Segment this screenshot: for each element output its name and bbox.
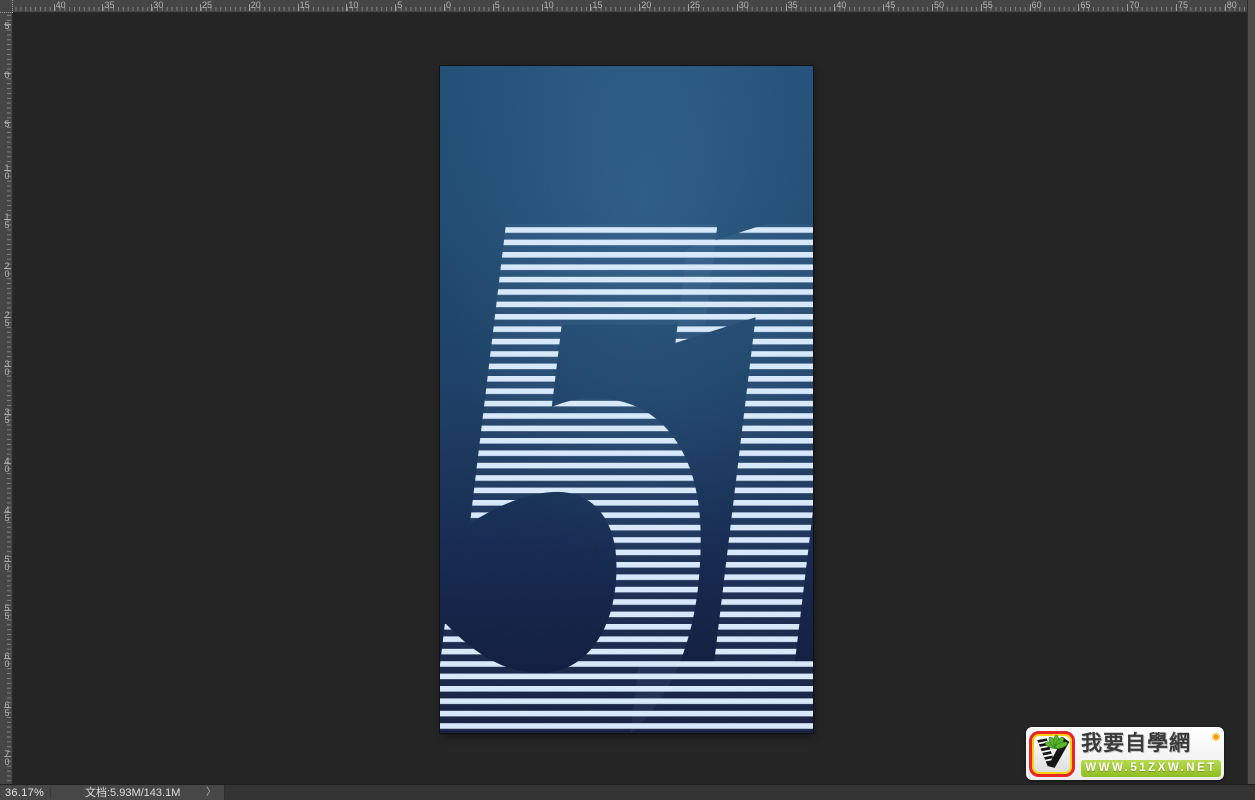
ruler-label: 60 — [1031, 0, 1042, 10]
watermark-orange-dot-icon — [1212, 732, 1220, 741]
ruler-major-tick — [395, 4, 397, 11]
ruler-major-tick — [785, 4, 787, 11]
ruler-major-tick — [932, 4, 933, 11]
ruler-label: 35 — [104, 0, 115, 10]
ruler-label: 5 — [2, 118, 12, 127]
watermark-51zxw-logo: 我要自學網 www.51zxw.net — [1026, 727, 1224, 780]
ruler-label: 15 — [592, 0, 603, 10]
ruler-label: 10 — [348, 0, 359, 10]
ruler-major-tick — [248, 4, 250, 11]
ruler-label: 50 — [934, 0, 945, 10]
horizontal-ruler[interactable]: 40 35 30 25 20 15 10 5 0 5 10 15 20 25 30 35 40 45 50 55 60 6… — [13, 0, 1247, 13]
ruler-label: 70 — [2, 749, 12, 765]
ruler-label: 30 — [153, 0, 164, 10]
ruler-major-tick — [346, 4, 348, 11]
ruler-label: 40 — [2, 456, 12, 473]
ruler-major-tick — [590, 4, 592, 11]
ruler-major-tick — [1176, 4, 1177, 11]
status-divider — [50, 787, 51, 798]
ruler-major-tick — [883, 4, 885, 11]
document-size-info[interactable]: 文档:5.93M/143.1M — [85, 786, 180, 800]
ruler-label: 20 — [2, 261, 12, 277]
ruler-major-tick — [1078, 4, 1080, 11]
ruler-label: 0 — [2, 69, 12, 78]
ruler-label: 55 — [982, 0, 993, 10]
watermark-url: www.51zxw.net — [1081, 759, 1221, 777]
ruler-label: 80 — [1226, 0, 1237, 10]
ruler-label: 40 — [55, 0, 66, 10]
ruler-label: 20 — [641, 0, 652, 10]
ruler-label: 35 — [787, 0, 798, 10]
ruler-label: 25 — [690, 0, 701, 10]
canvas-pasteboard[interactable]: 5 1 5 1 — [13, 13, 1247, 784]
ruler-major-tick — [1127, 4, 1129, 11]
ruler-label: 15 — [2, 212, 12, 229]
ruler-origin-box[interactable] — [0, 0, 13, 13]
status-options-chevron-icon[interactable]: 〉 — [206, 785, 216, 800]
ruler-label: 45 — [885, 0, 896, 10]
ruler-label: 20 — [250, 0, 261, 10]
ruler-major-tick — [492, 4, 494, 11]
watermark-title: 我要自學網 — [1081, 731, 1191, 755]
watermark-v-leaf-icon — [1029, 730, 1075, 777]
ruler-major-tick — [1224, 4, 1226, 11]
ruler-label: 30 — [738, 0, 749, 10]
ruler-major-tick — [736, 4, 738, 11]
ruler-label: 25 — [202, 0, 213, 10]
ruler-label: 5 — [2, 21, 12, 29]
ruler-major-tick — [834, 4, 836, 11]
ruler-major-tick — [102, 4, 104, 11]
ruler-major-tick — [1029, 4, 1031, 11]
ruler-label: 55 — [2, 602, 12, 619]
ruler-label: 25 — [2, 309, 12, 326]
poster-artwork-51: 5 1 5 1 — [440, 66, 813, 733]
ruler-label: 10 — [2, 163, 12, 180]
status-bar: 36.17% 文档:5.93M/143.1M 〉 — [0, 784, 1255, 800]
ruler-major-tick — [444, 4, 445, 11]
document-canvas[interactable]: 5 1 5 1 — [440, 66, 813, 733]
ruler-label: 35 — [2, 407, 12, 424]
ruler-label: 65 — [2, 700, 12, 717]
ruler-label: 50 — [2, 553, 12, 570]
ruler-label: 0 — [446, 0, 452, 10]
ruler-major-tick — [151, 4, 153, 11]
ruler-label: 45 — [2, 505, 12, 521]
zoom-level-field[interactable]: 36.17% — [5, 786, 44, 800]
ruler-label: 30 — [2, 358, 12, 375]
ruler-major-tick — [541, 4, 543, 11]
ruler-major-tick — [980, 4, 982, 11]
ruler-major-tick — [200, 4, 201, 11]
ruler-label: 70 — [1129, 0, 1140, 10]
ruler-major-tick — [639, 4, 641, 11]
ruler-label: 5 — [397, 0, 403, 10]
poster-grain — [440, 66, 813, 733]
status-bar-left-section: 36.17% 文档:5.93M/143.1M 〉 — [0, 785, 225, 800]
ruler-label: 10 — [543, 0, 554, 10]
ruler-label: 65 — [1080, 0, 1091, 10]
ruler-label: 75 — [1178, 0, 1189, 10]
vertical-ruler[interactable]: 5 0 5 10 15 20 25 30 35 40 45 50 55 60 65 70 — [0, 13, 13, 784]
ruler-label: 40 — [836, 0, 847, 10]
ruler-label: 60 — [2, 651, 12, 668]
ruler-label: 15 — [299, 0, 310, 10]
ruler-major-tick — [297, 4, 299, 11]
ruler-major-tick — [53, 4, 55, 11]
ruler-major-tick — [688, 4, 689, 11]
vertical-scrollbar-track[interactable] — [1247, 0, 1255, 784]
ruler-label: 5 — [494, 0, 500, 10]
